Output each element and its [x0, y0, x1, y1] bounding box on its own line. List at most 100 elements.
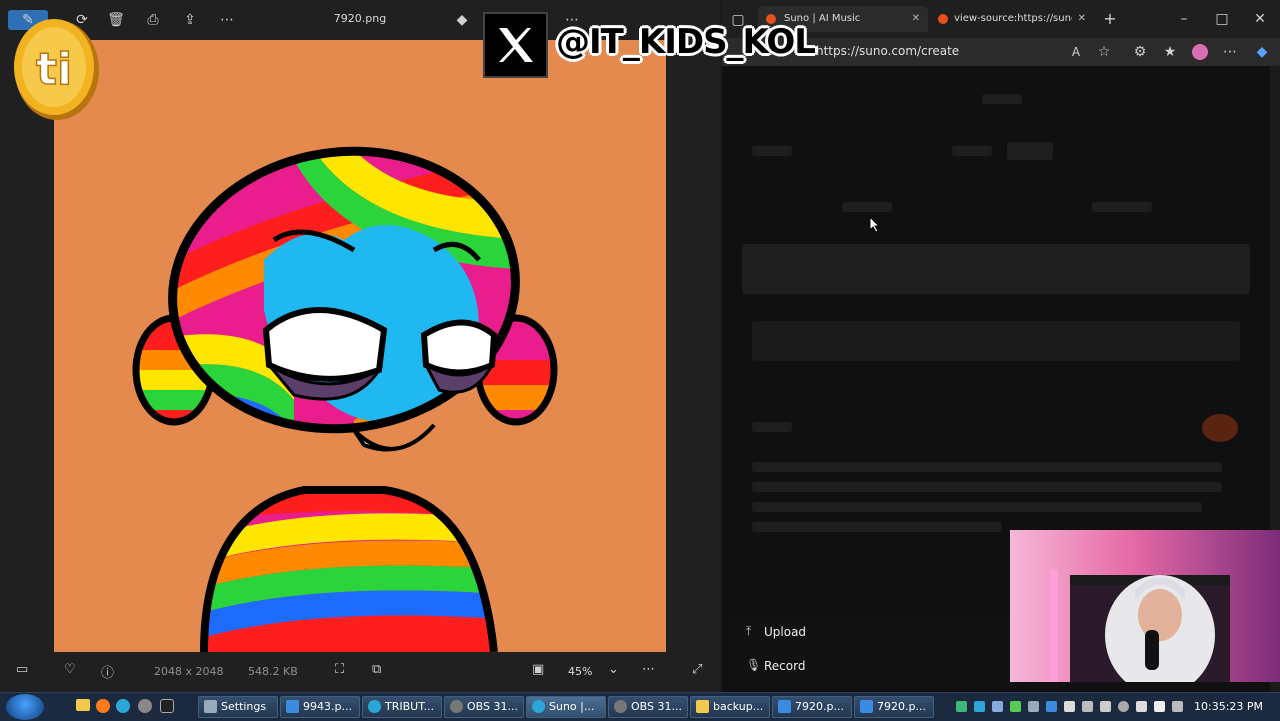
- taskbar-item-photo[interactable]: 7920.p...: [772, 696, 852, 718]
- close-tab-icon[interactable]: ✕: [1078, 6, 1086, 32]
- maximize-icon[interactable]: □: [1212, 9, 1232, 29]
- blurred-text: [752, 146, 792, 156]
- taskbar-item-folder[interactable]: backup...: [690, 696, 770, 718]
- coin-text: ti: [36, 44, 72, 95]
- media-icon[interactable]: [160, 699, 174, 713]
- taskbar-item-label: 9943.p...: [303, 700, 352, 713]
- cartoon-character-image: [132, 140, 558, 652]
- share-icon[interactable]: ⇪: [180, 10, 200, 30]
- taskbar-item-label: OBS 31...: [631, 700, 682, 713]
- copilot-icon[interactable]: ◆: [1252, 42, 1272, 62]
- taskbar-item-label: Settings: [221, 700, 267, 713]
- blurred-text: [842, 202, 892, 212]
- photos-statusbar: ▭ ♡ ⓘ 2048 x 2048 548.2 KB ⛶ ⧉ ▣ 45% ⌄ ⋯…: [0, 652, 720, 692]
- tray-app-icon[interactable]: [1064, 701, 1075, 712]
- compare-icon[interactable]: ⧉: [372, 662, 381, 677]
- upload-item[interactable]: ⤒ Upload: [728, 622, 1018, 644]
- coin-logo: ti: [14, 19, 99, 120]
- crop-icon[interactable]: ⛶: [335, 662, 344, 677]
- more-options-icon[interactable]: ⋯: [217, 10, 237, 30]
- blurred-text: [952, 146, 992, 156]
- taskbar-item-label: backup...: [713, 700, 764, 713]
- blurred-text: [752, 462, 1222, 472]
- filmstrip-icon[interactable]: ▭: [16, 662, 28, 677]
- tray-app-icon[interactable]: [974, 701, 985, 712]
- edge-icon[interactable]: [116, 699, 130, 713]
- taskbar-item-obs[interactable]: OBS 31...: [444, 696, 524, 718]
- close-window-icon[interactable]: ✕: [1250, 9, 1270, 29]
- tray-app-icon[interactable]: [992, 701, 1003, 712]
- mouse-cursor-icon: [870, 217, 881, 233]
- zoom-dropdown-icon[interactable]: ⌄: [608, 662, 619, 677]
- taskbar-item-obs[interactable]: OBS 31...: [608, 696, 688, 718]
- zoom-level[interactable]: 45%: [568, 665, 592, 678]
- favorite-heart-icon[interactable]: ♡: [64, 662, 76, 677]
- record-item[interactable]: 🎙 Record: [728, 656, 1018, 678]
- obs-icon[interactable]: [138, 699, 152, 713]
- photos-icon: [778, 700, 791, 713]
- windows-taskbar: Settings 9943.p... TRIBUT... OBS 31... S…: [0, 692, 1280, 721]
- taskbar-item-browser[interactable]: TRIBUT...: [362, 696, 442, 718]
- taskbar-item-label: Suno |...: [549, 700, 595, 713]
- extensions-icon[interactable]: ⚙: [1130, 42, 1150, 62]
- tray-app-icon[interactable]: [1010, 701, 1021, 712]
- taskbar-item-photo[interactable]: 7920.p...: [854, 696, 934, 718]
- read-aloud-icon[interactable]: A: [1066, 42, 1086, 62]
- url-text[interactable]: https://suno.com/create: [816, 44, 959, 58]
- blurred-text: [1092, 202, 1152, 212]
- taskbar-item-suno[interactable]: Suno |...: [526, 696, 606, 718]
- fullscreen-icon[interactable]: ⤢: [692, 662, 702, 677]
- tray-app-icon[interactable]: [1118, 701, 1129, 712]
- taskbar-item-settings[interactable]: Settings: [198, 696, 278, 718]
- taskbar-item-label: OBS 31...: [467, 700, 518, 713]
- taskbar-item-label: 7920.p...: [795, 700, 844, 713]
- favorite-star-icon[interactable]: ☆: [1094, 42, 1114, 62]
- blurred-text: [752, 522, 1002, 532]
- blurred-heading: [982, 94, 1022, 104]
- info-icon[interactable]: ⓘ: [101, 662, 114, 681]
- favorites-icon[interactable]: ★: [1160, 42, 1180, 62]
- upload-label: Upload: [764, 625, 807, 639]
- volume-icon[interactable]: [1154, 701, 1165, 712]
- firefox-icon[interactable]: [96, 699, 110, 713]
- blurred-card: [742, 244, 1250, 294]
- tab-view-source[interactable]: view-source:https://suno.c ✕: [932, 6, 1092, 32]
- delete-icon[interactable]: 🗑: [106, 10, 126, 30]
- copilot-icon[interactable]: ◆: [452, 10, 472, 30]
- settings-more-icon[interactable]: ⋯: [1220, 42, 1240, 62]
- photos-icon: [860, 700, 873, 713]
- tab-label: view-source:https://suno.c: [954, 13, 1072, 24]
- edge-icon: [532, 700, 545, 713]
- print-icon[interactable]: ⎙: [143, 10, 163, 30]
- taskbar-item-label: TRIBUT...: [385, 700, 435, 713]
- file-explorer-icon[interactable]: [76, 699, 90, 711]
- fit-to-window-icon[interactable]: ▣: [532, 662, 544, 677]
- blurred-text: [752, 482, 1222, 492]
- tray-app-icon[interactable]: [1082, 701, 1093, 712]
- file-size: 548.2 KB: [248, 665, 298, 678]
- tray-app-icon[interactable]: [1100, 701, 1111, 712]
- obs-icon: [450, 700, 463, 713]
- social-handle: @IT_KIDS_KOL: [556, 22, 816, 62]
- close-tab-icon[interactable]: ✕: [912, 6, 920, 32]
- tray-app-icon[interactable]: [1046, 701, 1057, 712]
- upload-menu: ⤒ Upload 🎙 Record: [728, 616, 1018, 686]
- minimize-icon[interactable]: –: [1174, 9, 1194, 29]
- taskbar-item-photo[interactable]: 9943.p...: [280, 696, 360, 718]
- network-icon[interactable]: [1136, 701, 1147, 712]
- suno-favicon: [938, 14, 948, 24]
- start-button[interactable]: [6, 694, 44, 720]
- tray-app-icon[interactable]: [956, 701, 967, 712]
- taskbar-clock[interactable]: 10:35:23 PM: [1194, 700, 1263, 713]
- profile-avatar[interactable]: [1192, 44, 1208, 60]
- blurred-toggle: [1007, 142, 1053, 160]
- gear-icon: [204, 700, 217, 713]
- tray-app-icon[interactable]: [1172, 701, 1183, 712]
- more-options-icon[interactable]: ⋯: [642, 662, 655, 677]
- folder-icon: [696, 700, 709, 713]
- edge-icon: [368, 700, 381, 713]
- tray-app-icon[interactable]: [1028, 701, 1039, 712]
- photos-file-title: 7920.png: [333, 12, 387, 25]
- new-tab-icon[interactable]: +: [1100, 9, 1120, 29]
- webcam-overlay: [1010, 530, 1280, 682]
